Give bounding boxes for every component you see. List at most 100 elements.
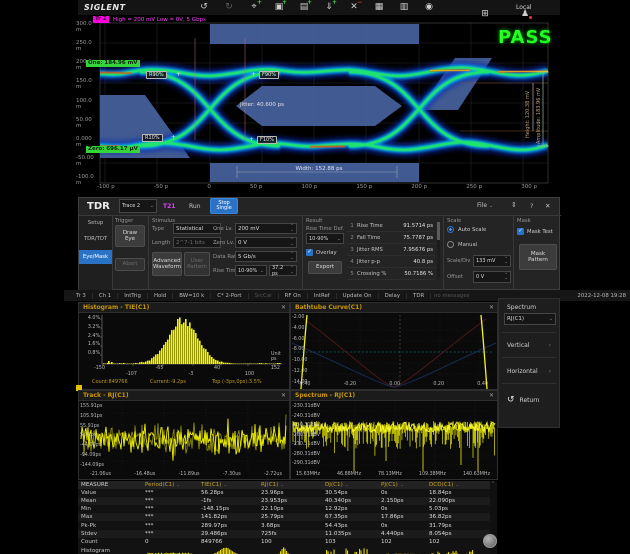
close-icon[interactable]: ✕ xyxy=(489,304,497,311)
add-measure-icon[interactable]: ⌖ + xyxy=(246,1,262,13)
rise-time-def-select[interactable]: 10-90% ⌄ xyxy=(235,265,267,276)
stepper-arrows-icon[interactable]: ⌃⌄ xyxy=(290,253,294,259)
file-menu[interactable]: File ⌄ xyxy=(477,202,493,209)
x-tick: -11.89us xyxy=(179,472,200,477)
y-tick: -260.31dBV xyxy=(292,433,320,438)
close-icon[interactable]: ✕ xyxy=(545,202,550,210)
draw-eye-button[interactable]: Draw Eye xyxy=(115,225,145,247)
add-trace-icon[interactable]: ▣ + xyxy=(271,1,287,13)
x-tick: -150 xyxy=(94,366,105,371)
tab-setup[interactable]: Setup xyxy=(79,220,112,226)
export-button[interactable]: Export xyxy=(308,261,342,274)
one-level-stepper[interactable]: 200 mV ⌃⌄ xyxy=(235,223,297,234)
drag-handle-button[interactable] xyxy=(483,534,497,548)
y-tick: -270.31dBV xyxy=(292,442,320,447)
spectrum-source-select[interactable]: RJ(C1) ⌄ xyxy=(504,313,556,325)
save-icon[interactable]: ▦ xyxy=(371,1,387,13)
y-tick: 0.8% xyxy=(88,351,100,356)
column-header[interactable]: Period(C1)⌄ xyxy=(142,482,198,488)
local-button[interactable]: Local xyxy=(516,4,532,11)
x-tick: 140.63MHz xyxy=(463,472,490,477)
y-tick: 1.6% xyxy=(88,342,100,347)
x-tick: -0.20 xyxy=(344,382,356,387)
x-tick: 0.40 xyxy=(477,382,488,387)
close-icon[interactable]: ✕ xyxy=(489,392,497,399)
jitter-label: Jitter: 40.600 ps xyxy=(240,102,284,108)
advanced-waveform-button[interactable]: Advanced Waveform xyxy=(152,252,182,276)
column-header[interactable]: DCD(C1)⌄ xyxy=(426,482,490,488)
y-tick: -44.09ps xyxy=(80,443,104,448)
delete-trace-icon[interactable]: ✕ − xyxy=(346,1,362,13)
abort-button[interactable]: Abort xyxy=(115,258,145,271)
stepper-arrows-icon[interactable]: ⌃⌄ xyxy=(290,267,294,273)
resize-icon[interactable]: ⇕ xyxy=(511,201,517,209)
mask-test-checkbox[interactable]: ✓ xyxy=(517,228,524,235)
stepper-arrows-icon[interactable]: ⌃⌄ xyxy=(290,239,294,245)
return-button[interactable]: ↺ Return xyxy=(499,393,559,407)
result-row: 2 Fall Time 75.7787 ps xyxy=(347,232,435,244)
chevron-down-icon: ⌄ xyxy=(455,483,459,488)
stepper-arrows-icon[interactable]: ⌃⌄ xyxy=(290,225,294,231)
result-scrollbar[interactable] xyxy=(437,222,440,278)
status-item: IntTrig xyxy=(118,293,148,299)
close-icon[interactable]: ✕ xyxy=(281,304,289,311)
sparkline-histogram xyxy=(325,546,373,554)
stop-single-button[interactable]: Stop Single xyxy=(210,198,238,214)
add-memory-icon[interactable]: ▤ + xyxy=(296,1,312,13)
auto-scale-radio[interactable] xyxy=(447,226,454,233)
r10-cross: + xyxy=(171,134,176,141)
mask-pattern-button[interactable]: Mask Pattern xyxy=(519,244,557,270)
data-rate-stepper[interactable]: 5 Gb/s ⌃⌄ xyxy=(235,251,297,262)
import-icon[interactable]: ⇓ + xyxy=(321,1,337,13)
histogram-x-axis-a: -150-6540152 xyxy=(94,366,280,371)
bathtub-x-axis: -0.40-0.200.000.200.40 xyxy=(298,382,488,387)
print-icon[interactable]: ▥ xyxy=(396,1,412,13)
status-item: SrcCal xyxy=(249,293,279,299)
scale-div-stepper[interactable]: 133 mV ⌃⌄ xyxy=(473,255,511,267)
result-group-label: Result xyxy=(306,218,322,224)
help-icon[interactable]: ? xyxy=(530,202,533,210)
histogram-top: Top (-3ps,0ps):3.5% xyxy=(212,379,262,385)
rise-time-stepper[interactable]: 37.2 ps ⌃⌄ xyxy=(269,265,297,276)
overlay-label: Overlay xyxy=(316,250,337,256)
column-header[interactable]: RJ(C1)⌄ xyxy=(258,482,322,488)
y-tick: -4.00 xyxy=(292,326,307,331)
y-tick: 2.4% xyxy=(88,334,100,339)
eye-y-tick: 150.0 m xyxy=(76,78,98,90)
screenshot-icon[interactable]: ◉ xyxy=(421,1,437,13)
x-tick: -107 xyxy=(126,372,137,377)
user-pattern-button[interactable]: User Pattern xyxy=(184,252,210,276)
undo-icon[interactable]: ↺ xyxy=(196,1,212,13)
param-label[interactable]: T21 xyxy=(163,203,175,210)
close-icon[interactable]: ✕ xyxy=(281,392,289,399)
height-label: Height: 120.38 mV xyxy=(525,76,531,138)
overlay-checkbox[interactable]: ✓ xyxy=(306,249,313,256)
sidebar-item-horizontal[interactable]: Horizontal › xyxy=(499,365,559,377)
zero-level-stepper[interactable]: 0 V ⌃⌄ xyxy=(235,237,297,248)
eye-x-tick: 0 xyxy=(207,184,211,190)
x-tick: -16.48us xyxy=(134,472,155,477)
redo-icon[interactable]: ↻ xyxy=(221,1,237,13)
status-item: TDR xyxy=(407,293,431,299)
column-header[interactable]: PJ(C1)⌄ xyxy=(378,482,426,488)
scroll-up-icon[interactable]: ⌃ xyxy=(491,481,495,487)
length-label: Length xyxy=(152,240,170,246)
offset-stepper[interactable]: 0 V ⌃⌄ xyxy=(473,271,511,283)
column-header[interactable]: TIE(C1)⌄ xyxy=(198,482,258,488)
tab-tdr-tdt[interactable]: TDR/TDT xyxy=(79,236,112,242)
f10-marker: F10% xyxy=(257,136,277,144)
measure-row: Min *** -148.15ps 22.10ps 12.92ps 0s 5.0… xyxy=(78,505,490,513)
stepper-arrows-icon[interactable]: ⌃⌄ xyxy=(504,274,508,280)
tab-eye-mask[interactable]: Eye/Mask xyxy=(79,250,112,264)
y-tick: -230.31dBV xyxy=(292,404,320,409)
measure-row: Value *** 56.28ps 23.96ps 30.54ps 0s 18.… xyxy=(78,489,490,497)
measure-table: MEASURE Period(C1)⌄ TIE(C1)⌄ RJ(C1)⌄ DJ(… xyxy=(78,481,490,554)
result-def-select[interactable]: 10-90% ⌄ xyxy=(306,233,344,244)
stepper-arrows-icon[interactable]: ⌃⌄ xyxy=(504,258,508,264)
sidebar-item-vertical[interactable]: Vertical › xyxy=(499,339,559,351)
r90-cross: + xyxy=(176,71,181,78)
column-header[interactable]: DJ(C1)⌄ xyxy=(322,482,378,488)
trace-select[interactable]: Trace 2 ⌄ xyxy=(119,199,157,213)
manual-radio[interactable] xyxy=(447,241,454,248)
run-button[interactable]: Run xyxy=(189,203,201,210)
